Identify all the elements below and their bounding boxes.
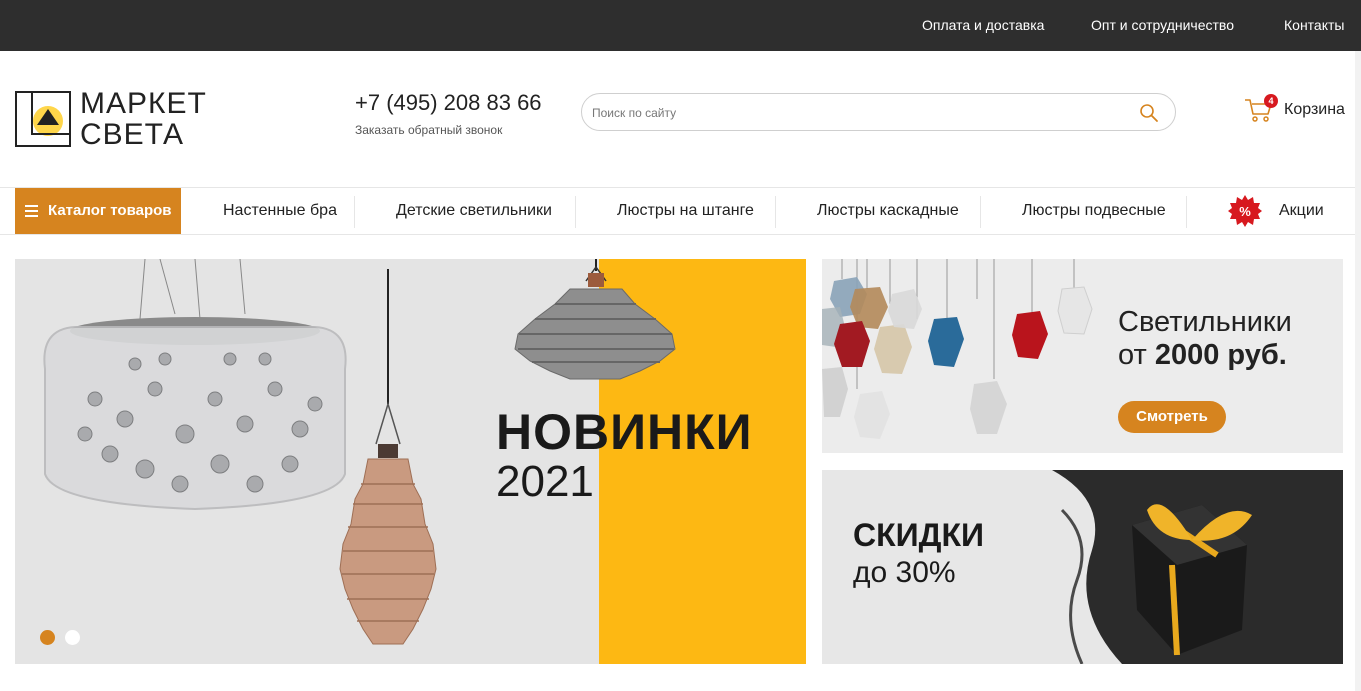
- gift-box-image: [1052, 470, 1343, 664]
- smoky-glass-pendant-image: [514, 259, 676, 380]
- link-wholesale[interactable]: Опт и сотрудничество: [1091, 17, 1234, 33]
- phone-number[interactable]: +7 (495) 208 83 66: [355, 90, 542, 116]
- svg-text:%: %: [1239, 204, 1251, 219]
- catalog-label: Каталог товаров: [48, 202, 172, 219]
- menu-icon: [25, 205, 38, 217]
- nav-divider: [575, 196, 576, 228]
- nav-divider: [354, 196, 355, 228]
- cart-label: Корзина: [1284, 101, 1345, 118]
- sale-percent-icon[interactable]: %: [1228, 194, 1262, 228]
- nav-divider: [1186, 196, 1187, 228]
- link-payment-delivery[interactable]: Оплата и доставка: [922, 17, 1044, 33]
- cart-button[interactable]: 4 Корзина: [1244, 94, 1354, 126]
- nav-item-cascade-chandeliers[interactable]: Люстры каскадные: [817, 202, 959, 220]
- top-bar: Оплата и доставка Опт и сотрудничество К…: [0, 0, 1361, 51]
- callback-link[interactable]: Заказать обратный звонок: [355, 123, 502, 137]
- cart-count-badge: 4: [1264, 94, 1278, 108]
- hero-slider[interactable]: НОВИНКИ 2021: [15, 259, 806, 664]
- main-nav: Каталог товаров Настенные бра Детские св…: [0, 187, 1361, 235]
- nav-divider: [775, 196, 776, 228]
- banner-discounts-subtitle: до 30%: [853, 556, 956, 589]
- search-icon: [1140, 104, 1158, 122]
- slider-dot-2[interactable]: [65, 630, 80, 645]
- nav-item-sales[interactable]: Акции: [1279, 202, 1324, 220]
- view-button[interactable]: Смотреть: [1118, 401, 1226, 433]
- promo-banner-discounts[interactable]: СКИДКИ до 30%: [822, 470, 1343, 664]
- logo-text: МАРКЕТ СВЕТА: [80, 87, 207, 151]
- promo-banner-lamps[interactable]: Светильники от 2000 руб. Смотреть: [822, 259, 1343, 453]
- banner-lamps-text: Светильники от 2000 руб.: [1118, 306, 1292, 372]
- lamp-triangle-icon: [37, 109, 59, 125]
- hero-title: НОВИНКИ: [496, 404, 753, 460]
- site-logo[interactable]: МАРКЕТ СВЕТА: [15, 87, 221, 151]
- hero-year: 2021: [496, 457, 594, 506]
- logo-mark: [15, 91, 71, 147]
- nav-divider: [980, 196, 981, 228]
- nav-item-wall-lamps[interactable]: Настенные бра: [223, 202, 337, 220]
- banner-discounts-title: СКИДКИ: [853, 517, 984, 553]
- nav-item-kids-lights[interactable]: Детские светильники: [396, 202, 552, 220]
- banner-lamps-line1: Светильники: [1118, 306, 1292, 338]
- slider-dot-1[interactable]: [40, 630, 55, 645]
- link-contacts[interactable]: Контакты: [1284, 17, 1344, 33]
- crystal-pendants-image: [822, 259, 1093, 439]
- nav-item-pendant-chandeliers[interactable]: Люстры подвесные: [1022, 202, 1166, 220]
- catalog-button[interactable]: Каталог товаров: [15, 188, 181, 234]
- page-scrollbar[interactable]: [1355, 51, 1361, 691]
- search-bar: [581, 93, 1176, 131]
- search-button[interactable]: [1139, 103, 1159, 123]
- banner-lamps-line2: от 2000 руб.: [1118, 339, 1287, 371]
- copper-pendant-image: [339, 269, 437, 645]
- search-input[interactable]: [592, 103, 1122, 123]
- nav-item-rod-chandeliers[interactable]: Люстры на штанге: [617, 202, 754, 220]
